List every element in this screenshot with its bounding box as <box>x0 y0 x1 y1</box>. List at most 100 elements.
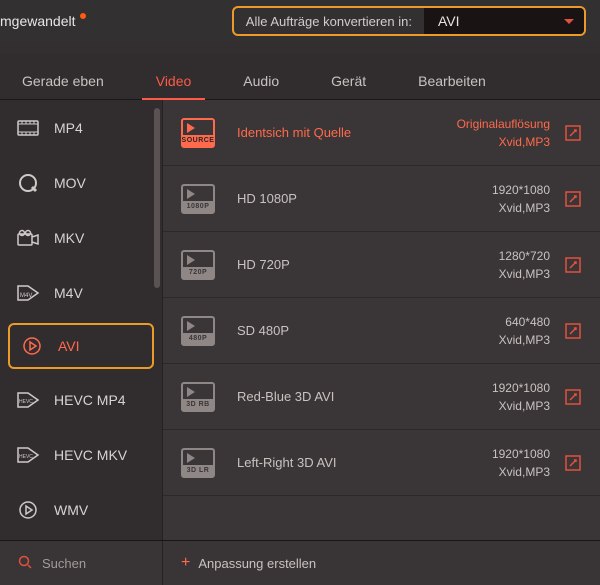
preset-thumb-icon: 720P <box>181 250 215 280</box>
preset-thumb-label: 720P <box>183 267 213 278</box>
format-sidebar: MP4 MOV MKV M4V M4V AVI <box>0 100 163 540</box>
caret-down-icon <box>564 19 574 24</box>
preset-thumb-icon: SOURCE <box>181 118 215 148</box>
preset-meta: 1280*720 Xvid,MP3 <box>499 247 550 283</box>
preset-row-3d-lr[interactable]: 3D LR Left-Right 3D AVI 1920*1080 Xvid,M… <box>163 430 600 496</box>
preset-row-480p[interactable]: 480P SD 480P 640*480 Xvid,MP3 <box>163 298 600 364</box>
preset-resolution: 1280*720 <box>499 247 550 265</box>
convert-all-select[interactable]: AVI <box>424 7 584 35</box>
tab-label: Gerät <box>331 73 366 89</box>
preset-resolution: 640*480 <box>499 313 550 331</box>
preset-list: SOURCE Identsich mit Quelle Originalaufl… <box>163 100 600 540</box>
hevc-icon: HEVC <box>16 390 40 410</box>
preset-meta: Originalauflösung Xvid,MP3 <box>457 115 550 151</box>
tab-device[interactable]: Gerät <box>323 73 374 99</box>
edit-preset-button[interactable] <box>564 322 582 340</box>
top-status-text: mgewandelt <box>0 13 76 29</box>
convert-all-value: AVI <box>438 13 460 29</box>
preset-codec: Xvid,MP3 <box>499 331 550 349</box>
preset-row-3d-rb[interactable]: 3D RB Red-Blue 3D AVI 1920*1080 Xvid,MP3 <box>163 364 600 430</box>
preset-row-1080p[interactable]: 1080P HD 1080P 1920*1080 Xvid,MP3 <box>163 166 600 232</box>
preset-thumb-label: 3D RB <box>183 399 213 410</box>
tab-label: Video <box>156 73 192 89</box>
preset-codec: Xvid,MP3 <box>457 133 550 151</box>
edit-preset-button[interactable] <box>564 256 582 274</box>
body: MP4 MOV MKV M4V M4V AVI <box>0 100 600 540</box>
preset-thumb-icon: 480P <box>181 316 215 346</box>
svg-text:HEVC: HEVC <box>19 399 33 405</box>
edit-preset-button[interactable] <box>564 454 582 472</box>
top-status: mgewandelt <box>0 13 86 29</box>
preset-thumb-icon: 3D RB <box>181 382 215 412</box>
preset-title: Identsich mit Quelle <box>237 125 457 140</box>
preset-row-source[interactable]: SOURCE Identsich mit Quelle Originalaufl… <box>163 100 600 166</box>
play-circle-icon <box>20 336 44 356</box>
preset-title: Red-Blue 3D AVI <box>237 389 492 404</box>
preset-resolution: 1920*1080 <box>492 379 550 397</box>
format-mov[interactable]: MOV <box>0 155 162 210</box>
preset-codec: Xvid,MP3 <box>492 199 550 217</box>
film-icon <box>16 118 40 138</box>
format-label: M4V <box>54 285 83 301</box>
svg-text:HEVC: HEVC <box>19 454 33 460</box>
search-icon <box>18 555 32 572</box>
camera-icon <box>16 228 40 248</box>
preset-title: HD 720P <box>237 257 499 272</box>
preset-meta: 640*480 Xvid,MP3 <box>499 313 550 349</box>
m4v-icon: M4V <box>16 283 40 303</box>
edit-preset-button[interactable] <box>564 190 582 208</box>
status-dot-icon <box>80 13 86 19</box>
tab-label: Audio <box>243 73 279 89</box>
create-custom-label: Anpassung erstellen <box>198 556 316 571</box>
preset-thumb-label: 480P <box>183 333 213 344</box>
format-wmv[interactable]: WMV <box>0 482 162 537</box>
preset-thumb-label: SOURCE <box>183 135 213 146</box>
edit-preset-button[interactable] <box>564 388 582 406</box>
format-mp4[interactable]: MP4 <box>0 100 162 155</box>
preset-row-720p[interactable]: 720P HD 720P 1280*720 Xvid,MP3 <box>163 232 600 298</box>
plus-icon: + <box>181 554 190 572</box>
tab-label: Bearbeiten <box>418 73 486 89</box>
format-label: MKV <box>54 230 84 246</box>
svg-text:M4V: M4V <box>20 293 32 299</box>
format-label: HEVC MP4 <box>54 392 126 408</box>
convert-all-label: Alle Aufträge konvertieren in: <box>234 14 424 29</box>
format-label: MP4 <box>54 120 83 136</box>
format-m4v[interactable]: M4V M4V <box>0 265 162 320</box>
sidebar-scrollbar[interactable] <box>154 108 160 288</box>
format-label: MOV <box>54 175 86 191</box>
format-mkv[interactable]: MKV <box>0 210 162 265</box>
hevc-icon: HEVC <box>16 445 40 465</box>
top-bar: mgewandelt Alle Aufträge konvertieren in… <box>0 0 600 42</box>
create-custom-button[interactable]: + Anpassung erstellen <box>163 554 316 572</box>
preset-title: SD 480P <box>237 323 499 338</box>
preset-title: HD 1080P <box>237 191 492 206</box>
preset-codec: Xvid,MP3 <box>492 463 550 481</box>
preset-thumb-icon: 1080P <box>181 184 215 214</box>
search-input[interactable]: Suchen <box>0 541 163 585</box>
tab-edit[interactable]: Bearbeiten <box>410 73 494 99</box>
tab-audio[interactable]: Audio <box>235 73 287 99</box>
preset-title: Left-Right 3D AVI <box>237 455 492 470</box>
format-hevc-mkv[interactable]: HEVC HEVC MKV <box>0 427 162 482</box>
quicktime-icon <box>16 173 40 193</box>
format-label: AVI <box>58 338 80 354</box>
preset-thumb-label: 3D LR <box>183 465 213 476</box>
preset-resolution: 1920*1080 <box>492 181 550 199</box>
format-hevc-mp4[interactable]: HEVC HEVC MP4 <box>0 372 162 427</box>
preset-codec: Xvid,MP3 <box>492 397 550 415</box>
preset-thumb-icon: 3D LR <box>181 448 215 478</box>
edit-preset-button[interactable] <box>564 124 582 142</box>
footer: Suchen + Anpassung erstellen <box>0 540 600 585</box>
tab-video[interactable]: Video <box>148 73 200 99</box>
preset-meta: 1920*1080 Xvid,MP3 <box>492 379 550 415</box>
tab-recent[interactable]: Gerade eben <box>14 73 112 99</box>
format-label: WMV <box>54 502 88 518</box>
format-label: HEVC MKV <box>54 447 127 463</box>
preset-resolution: Originalauflösung <box>457 115 550 133</box>
format-avi[interactable]: AVI <box>8 323 154 369</box>
play-circle-icon <box>16 500 40 520</box>
preset-meta: 1920*1080 Xvid,MP3 <box>492 445 550 481</box>
preset-thumb-label: 1080P <box>183 201 213 212</box>
convert-all-control[interactable]: Alle Aufträge konvertieren in: AVI <box>232 6 586 36</box>
